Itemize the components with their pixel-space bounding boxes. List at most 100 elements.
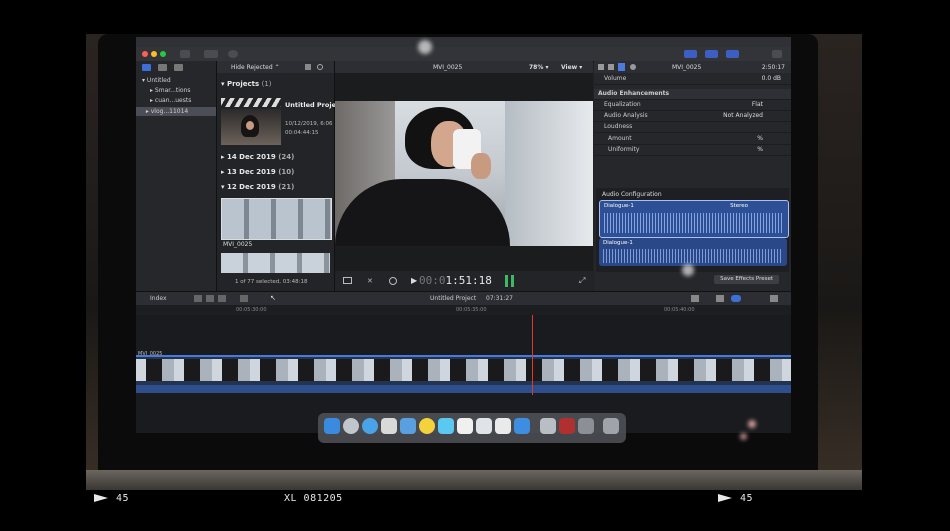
filter-label: Hide Rejected xyxy=(231,64,273,71)
zoom-window-button[interactable] xyxy=(160,51,166,57)
final-cut-icon[interactable] xyxy=(559,418,575,434)
close-window-button[interactable] xyxy=(142,51,148,57)
keyword-button[interactable] xyxy=(204,50,218,58)
loudness-row[interactable]: Loudness xyxy=(594,122,791,133)
video-inspector-icon[interactable] xyxy=(598,64,604,70)
playhead[interactable] xyxy=(532,315,533,395)
amount-label: Amount xyxy=(608,135,632,142)
trash-icon[interactable] xyxy=(603,418,619,434)
date-group-header[interactable]: ▸ 14 Dec 2019 (24) xyxy=(221,153,294,161)
date-group-count: (10) xyxy=(278,168,295,176)
timeline-audio-track[interactable] xyxy=(136,385,791,393)
retime-icon[interactable] xyxy=(389,277,397,285)
date-group-label: 12 Dec 2019 xyxy=(226,183,276,191)
notes-icon[interactable] xyxy=(457,418,473,434)
uniformity-row[interactable]: Uniformity% xyxy=(594,145,791,156)
zoom-dropdown[interactable]: 78% ▾ xyxy=(529,64,548,71)
timeline-clip[interactable] xyxy=(136,355,791,385)
titles-icon[interactable] xyxy=(174,64,183,71)
audio-inspector-icon[interactable] xyxy=(618,63,625,71)
enhance-icon[interactable]: ✕ xyxy=(367,277,373,285)
library-item-label: cuan...uests xyxy=(154,97,192,104)
view-dropdown[interactable]: View ▾ xyxy=(561,64,582,71)
library-item[interactable]: ▸ cuan...uests xyxy=(150,96,191,105)
channel-dialogue-bottom[interactable]: Dialogue-1 xyxy=(599,238,787,266)
finder-icon[interactable] xyxy=(324,418,340,434)
import-icon[interactable] xyxy=(180,50,190,58)
library-item[interactable]: ▸ Smar...tions xyxy=(150,86,191,95)
snapping-icon[interactable] xyxy=(731,295,741,302)
audio-skimming-icon[interactable] xyxy=(691,295,699,302)
project-thumbnail[interactable] xyxy=(221,109,281,145)
app-store-icon[interactable] xyxy=(514,418,530,434)
system-preferences-icon[interactable] xyxy=(578,418,594,434)
overwrite-icon[interactable] xyxy=(218,295,226,302)
clip-appearance-icon[interactable] xyxy=(305,64,311,70)
minimize-window-button[interactable] xyxy=(151,51,157,57)
timecode-prefix: 00:0 xyxy=(419,274,446,287)
amount-row[interactable]: Amount% xyxy=(594,134,791,145)
film-arrow-icon xyxy=(718,494,732,502)
preview-icon[interactable] xyxy=(540,418,556,434)
select-tool-icon[interactable]: ↖ xyxy=(270,294,276,302)
color-inspector-icon[interactable] xyxy=(608,64,614,70)
library-item-label: vlog...11014 xyxy=(150,108,189,115)
screen-glare xyxy=(418,40,432,54)
volume-label: Volume xyxy=(604,75,627,82)
photos-app-icon[interactable] xyxy=(438,418,454,434)
projects-header[interactable]: ▾ Projects (1) xyxy=(221,80,272,88)
background-tasks-icon[interactable] xyxy=(228,50,238,58)
film-edge-code: XL 081205 xyxy=(284,493,343,504)
edit-mode-icon[interactable] xyxy=(240,295,248,302)
fullscreen-icon[interactable]: ⤢ xyxy=(579,276,585,286)
date-group-header[interactable]: ▾ 12 Dec 2019 (21) xyxy=(221,183,294,191)
date-group-header[interactable]: ▸ 13 Dec 2019 (10) xyxy=(221,168,294,176)
transform-icon[interactable] xyxy=(343,277,352,284)
play-icon[interactable]: ▶ xyxy=(411,276,417,285)
waveform xyxy=(604,213,784,233)
letterbox-bottom xyxy=(0,490,950,531)
libraries-icon[interactable] xyxy=(142,64,151,71)
equalization-row[interactable]: Equalization Flat xyxy=(594,100,791,111)
film-frame-left: 45 xyxy=(94,493,129,504)
inspector-toggle-button[interactable] xyxy=(726,50,739,58)
save-effects-preset-button[interactable]: Save Effects Preset xyxy=(714,275,779,284)
equalization-value[interactable]: Flat xyxy=(752,100,763,110)
channel-mode[interactable]: Stereo xyxy=(730,203,748,209)
amount-unit: % xyxy=(757,135,763,142)
clip-appearance-icon[interactable] xyxy=(770,295,778,302)
insert-icon[interactable] xyxy=(206,295,214,302)
word-icon[interactable] xyxy=(476,418,492,434)
date-group-label: 13 Dec 2019 xyxy=(226,168,276,176)
library-item[interactable]: ▾ Untitled xyxy=(142,76,171,85)
browser-toggle-button[interactable] xyxy=(684,50,697,58)
excel-icon[interactable] xyxy=(495,418,511,434)
library-item-selected[interactable]: ▸ vlog...11014 xyxy=(136,107,216,116)
mail-icon[interactable] xyxy=(400,418,416,434)
launchpad-icon[interactable] xyxy=(343,418,359,434)
info-icon[interactable] xyxy=(630,64,636,70)
kakaotalk-icon[interactable] xyxy=(419,418,435,434)
search-icon[interactable] xyxy=(317,64,323,70)
project-date: 10/12/2019, 6:06 xyxy=(285,121,333,127)
append-icon[interactable] xyxy=(194,295,202,302)
filter-dropdown[interactable]: Hide Rejected ⌃ xyxy=(231,64,280,71)
share-icon[interactable] xyxy=(772,50,782,58)
photos-icon[interactable] xyxy=(158,64,167,71)
inspector-header: MVI_0025 2:50:17 xyxy=(594,61,791,73)
safari-icon[interactable] xyxy=(362,418,378,434)
face-shape xyxy=(246,121,254,130)
timeline-toggle-button[interactable] xyxy=(705,50,718,58)
volume-row[interactable]: Volume 0.0 dB xyxy=(594,74,791,85)
viewer-timecode: 00:01:51:18 xyxy=(419,274,492,287)
projects-count: (1) xyxy=(261,80,272,88)
volume-value[interactable]: 0.0 dB xyxy=(762,74,781,84)
clip-thumbnail[interactable] xyxy=(221,253,330,273)
enhancements-row[interactable]: Audio Enhancements xyxy=(594,89,791,100)
headphones-icon[interactable] xyxy=(716,295,724,302)
clip-thumbnail-selected[interactable] xyxy=(221,198,332,240)
calendar-icon[interactable] xyxy=(381,418,397,434)
channel-dialogue-top[interactable]: Dialogue-1 Stereo xyxy=(599,200,789,238)
index-button[interactable]: Index xyxy=(150,295,167,302)
film-frame-right: 45 xyxy=(718,493,753,504)
